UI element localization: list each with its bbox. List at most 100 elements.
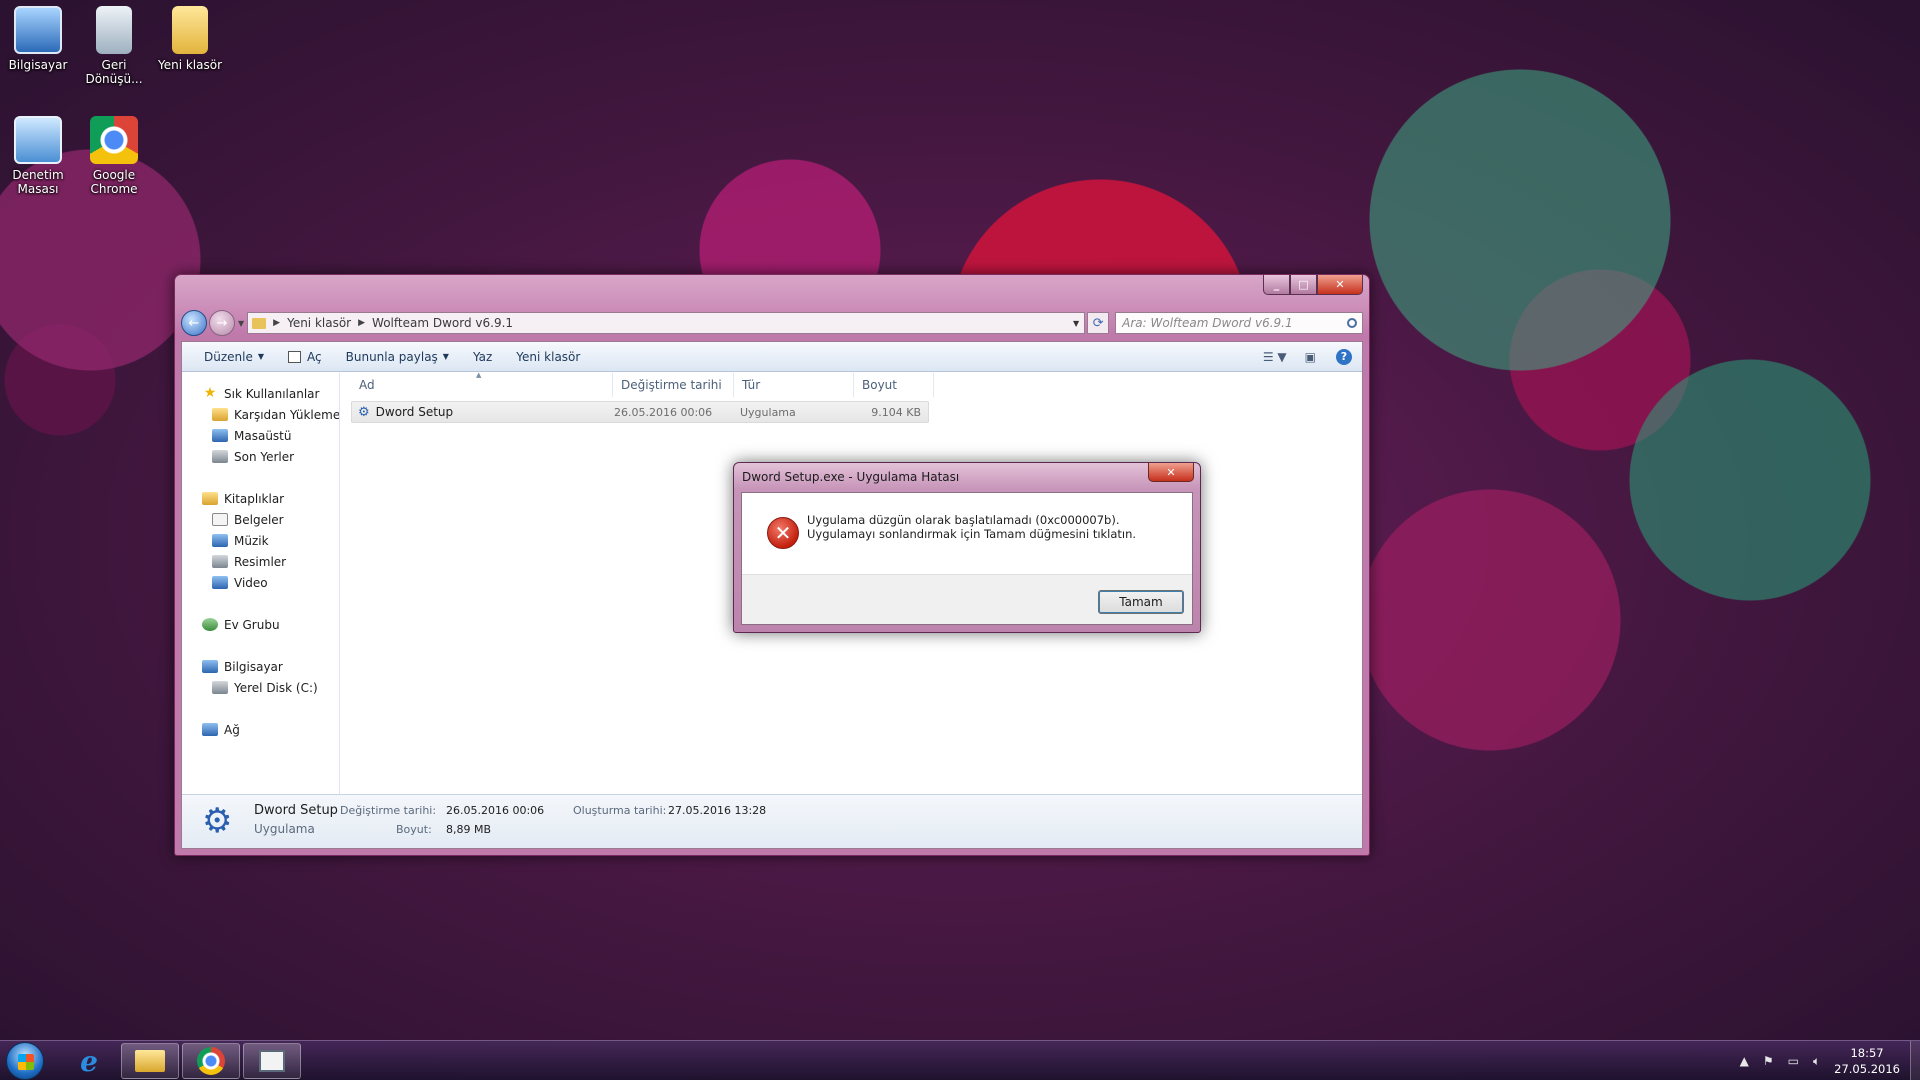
nav-item-recent[interactable]: Son Yerler <box>182 446 339 467</box>
column-header-type[interactable]: Tür <box>734 373 854 397</box>
close-button[interactable]: ✕ <box>1317 275 1363 295</box>
network-icon <box>202 723 218 736</box>
clock[interactable]: 18:57 27.05.2016 <box>1834 1045 1900 1077</box>
folder-icon <box>135 1050 165 1072</box>
nav-item-pictures[interactable]: Resimler <box>182 551 339 572</box>
details-modified-label: Değiştirme tarihi: <box>340 804 437 817</box>
internet-explorer-icon: e <box>80 1044 98 1078</box>
nav-item-documents[interactable]: Belgeler <box>182 509 339 530</box>
ok-button[interactable]: Tamam <box>1098 590 1184 614</box>
breadcrumb-separator[interactable]: ▶ <box>273 318 280 328</box>
desktop-icon-label: Denetim Masası <box>12 168 64 196</box>
organize-label: Düzenle <box>204 349 253 364</box>
setup-gear-icon: ⚙ <box>358 404 370 420</box>
documents-icon <box>212 513 228 526</box>
details-modified-value: 26.05.2016 00:06 <box>446 804 545 817</box>
taskbar-app-button[interactable] <box>243 1043 301 1079</box>
details-file-name: Dword Setup <box>254 803 338 818</box>
file-name: Dword Setup <box>375 405 454 419</box>
error-dialog[interactable]: Dword Setup.exe - Uygulama Hatası ✕ ✕ Uy… <box>733 462 1201 633</box>
music-icon <box>212 534 228 547</box>
start-button[interactable] <box>6 1042 44 1080</box>
search-input[interactable]: Ara: Wolfteam Dword v6.9.1 <box>1115 312 1363 334</box>
taskbar-ie-button[interactable]: e <box>60 1043 118 1079</box>
nav-item-label: Sık Kullanılanlar <box>224 386 320 401</box>
burn-label: Yaz <box>472 349 493 364</box>
nav-item-libraries[interactable]: Kitaplıklar <box>182 488 339 509</box>
nav-item-label: Bilgisayar <box>224 659 283 674</box>
nav-item-local-disk[interactable]: Yerel Disk (C:) <box>182 677 339 698</box>
nav-item-downloads[interactable]: Karşıdan Yüklemeler <box>182 404 339 425</box>
nav-item-computer[interactable]: Bilgisayar <box>182 656 339 677</box>
burn-button[interactable]: Yaz <box>461 342 504 372</box>
breadcrumb-separator[interactable]: ▶ <box>358 318 365 328</box>
details-pane: ⚙ Dword Setup Uygulama Değiştirme tarihi… <box>182 794 1362 848</box>
desktop-icon-new-folder[interactable]: Yeni klasör <box>152 6 228 72</box>
clock-time: 18:57 <box>1850 1046 1884 1060</box>
homegroup-icon <box>202 618 218 631</box>
setup-gear-icon: ⚙ <box>202 801 233 841</box>
desktop-icon-label: Yeni klasör <box>157 58 223 72</box>
downloads-icon <box>212 408 228 421</box>
help-icon[interactable]: ? <box>1336 348 1352 365</box>
column-header-label: Boyut <box>862 378 897 392</box>
maximize-button[interactable]: □ <box>1290 275 1317 295</box>
new-folder-label: Yeni klasör <box>516 349 581 364</box>
nav-item-label: Video <box>234 575 268 590</box>
column-header-size[interactable]: Boyut <box>854 373 934 397</box>
new-folder-button[interactable]: Yeni klasör <box>504 342 592 372</box>
desktop-icon-computer[interactable]: Bilgisayar <box>0 6 76 72</box>
nav-item-label: Müzik <box>234 533 269 548</box>
nav-item-label: Ev Grubu <box>224 617 280 632</box>
open-button[interactable]: Aç <box>276 342 334 372</box>
organize-button[interactable]: Düzenle ▼ <box>192 342 276 372</box>
nav-item-homegroup[interactable]: Ev Grubu <box>182 614 339 635</box>
nav-item-favorites[interactable]: ★ Sık Kullanılanlar <box>182 383 339 404</box>
volume-icon[interactable]: 🔈︎ <box>1813 1054 1820 1069</box>
breadcrumb-item[interactable]: Yeni klasör <box>287 316 351 330</box>
taskbar-explorer-button[interactable] <box>121 1043 179 1079</box>
chrome-icon <box>197 1047 225 1075</box>
nav-item-desktop[interactable]: Masaüstü <box>182 425 339 446</box>
recycle-bin-icon <box>96 6 132 54</box>
dialog-body: ✕ Uygulama düzgün olarak başlatılamadı (… <box>741 492 1193 625</box>
dialog-close-button[interactable]: ✕ <box>1148 463 1194 482</box>
recent-pages-dropdown[interactable]: ▼ <box>238 319 244 328</box>
desktop-icon-control-panel[interactable]: Denetim Masası <box>0 116 76 196</box>
preview-pane-icon[interactable]: ▣ <box>1305 350 1316 364</box>
taskbar-chrome-button[interactable] <box>182 1043 240 1079</box>
network-icon[interactable]: ▭ <box>1788 1054 1799 1068</box>
view-options-icon[interactable]: ☰ ▼ <box>1263 350 1287 364</box>
back-button[interactable]: ← <box>181 310 207 336</box>
address-dropdown-icon[interactable]: ▼ <box>1073 319 1079 328</box>
address-bar[interactable]: ▶ Yeni klasör ▶ Wolfteam Dword v6.9.1 ▼ <box>247 312 1086 334</box>
desktop-icon-chrome[interactable]: Google Chrome <box>76 116 152 196</box>
nav-item-music[interactable]: Müzik <box>182 530 339 551</box>
file-row[interactable]: ⚙ Dword Setup 26.05.2016 00:06 Uygulama … <box>351 401 929 423</box>
column-header-modified[interactable]: Değiştirme tarihi <box>613 373 734 397</box>
chrome-icon <box>90 116 138 164</box>
details-file-type: Uygulama <box>254 822 315 836</box>
details-created-label: Oluşturma tarihi: <box>573 804 667 817</box>
computer-icon <box>202 660 218 673</box>
breadcrumb-item[interactable]: Wolfteam Dword v6.9.1 <box>372 316 513 330</box>
hard-drive-icon <box>212 681 228 694</box>
minimize-button[interactable]: _ <box>1263 275 1290 295</box>
video-icon <box>212 576 228 589</box>
file-type: Uygulama <box>740 405 796 419</box>
nav-item-network[interactable]: Ağ <box>182 719 339 740</box>
action-center-flag-icon[interactable]: ⚑ <box>1763 1054 1774 1068</box>
forward-button[interactable]: → <box>209 310 235 336</box>
show-desktop-button[interactable] <box>1910 1041 1920 1080</box>
desktop-icon-recycle-bin[interactable]: Geri Dönüşü... <box>76 6 152 86</box>
chevron-down-icon: ▼ <box>442 352 449 361</box>
nav-item-label: Karşıdan Yüklemeler <box>234 407 340 422</box>
chevron-down-icon: ▼ <box>257 352 265 361</box>
column-header-label: Ad <box>359 378 375 392</box>
refresh-button[interactable]: ⟳ <box>1087 312 1110 334</box>
share-button[interactable]: Bununla paylaş ▼ <box>334 342 461 372</box>
search-icon[interactable] <box>1347 318 1357 328</box>
tray-overflow-icon[interactable]: ▲ <box>1740 1054 1749 1068</box>
nav-item-video[interactable]: Video <box>182 572 339 593</box>
desktop-icon-label: Geri Dönüşü... <box>85 58 143 86</box>
